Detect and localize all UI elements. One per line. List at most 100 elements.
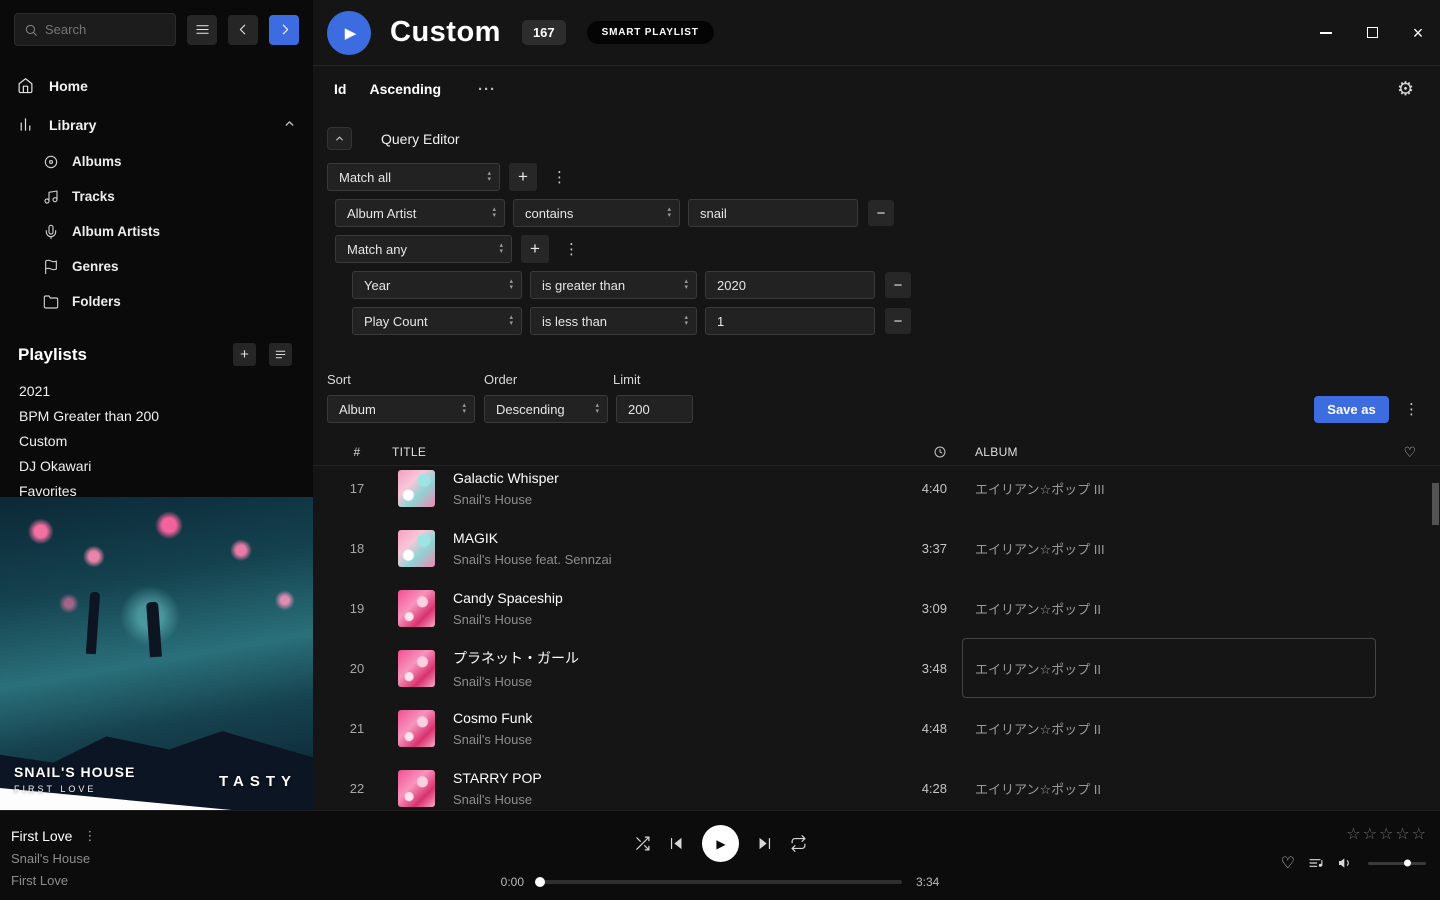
save-as-button[interactable]: Save as: [1314, 396, 1389, 423]
menu-button[interactable]: [187, 15, 217, 45]
star-icon[interactable]: ☆: [1346, 824, 1360, 844]
number-column-header[interactable]: #: [327, 445, 387, 459]
collapse-query-editor-button[interactable]: [327, 127, 352, 150]
sidebar-item-genres[interactable]: Genres: [0, 249, 313, 284]
duration-column-header[interactable]: [895, 445, 975, 459]
save-options-button[interactable]: ⋮: [1397, 400, 1426, 418]
add-rule-button[interactable]: +: [521, 235, 549, 263]
playlist-item[interactable]: Custom: [0, 428, 313, 453]
seek-bar[interactable]: [538, 880, 902, 884]
rule-value-input[interactable]: [705, 271, 875, 299]
star-icon[interactable]: ☆: [1379, 824, 1393, 844]
track-options-button[interactable]: ⋮: [83, 828, 96, 844]
nav-back-button[interactable]: [228, 15, 258, 45]
sidebar-item-library[interactable]: Library: [0, 105, 313, 144]
minus-icon: −: [894, 277, 903, 294]
maximize-button[interactable]: [1363, 24, 1381, 42]
select-arrows-icon: ▴▾: [684, 279, 688, 291]
playlist-item[interactable]: 2021: [0, 378, 313, 403]
match-mode-select[interactable]: Match any ▴▾: [335, 235, 512, 263]
album-column-header[interactable]: ALBUM: [975, 445, 1390, 459]
remove-rule-button[interactable]: −: [885, 272, 911, 298]
rule-operator-select[interactable]: contains ▴▾: [513, 199, 680, 227]
minimize-button[interactable]: [1317, 24, 1335, 42]
now-playing-artwork[interactable]: SNAIL'S HOUSE FIRST LOVE TASTY: [0, 497, 313, 810]
rule-field-select[interactable]: Album Artist ▴▾: [335, 199, 505, 227]
more-options-button[interactable]: ···: [478, 81, 496, 98]
sort-by-select[interactable]: Album ▴▾: [327, 395, 475, 423]
volume-slider[interactable]: [1368, 862, 1426, 865]
rule-operator-select[interactable]: is less than ▴▾: [530, 307, 697, 335]
limit-input[interactable]: [616, 395, 693, 423]
table-row[interactable]: 22 STARRY POP Snail's House 4:28 エイリアン☆ポ…: [327, 758, 1430, 810]
limit-label: Limit: [613, 372, 640, 387]
table-row[interactable]: 21 Cosmo Funk Snail's House 4:48 エイリアン☆ポ…: [327, 698, 1430, 758]
remove-rule-button[interactable]: −: [885, 308, 911, 334]
play-playlist-button[interactable]: ▶: [327, 11, 371, 55]
sidebar-item-tracks[interactable]: Tracks: [0, 179, 313, 214]
order-select[interactable]: Descending ▴▾: [484, 395, 608, 423]
settings-button[interactable]: ⚙: [1397, 78, 1414, 101]
close-button[interactable]: ×: [1409, 24, 1427, 42]
rule-operator-select[interactable]: is greater than ▴▾: [530, 271, 697, 299]
track-artist: Snail's House feat. Sennzai: [453, 552, 612, 567]
star-icon[interactable]: ☆: [1412, 824, 1426, 844]
shuffle-button[interactable]: [634, 835, 651, 852]
table-row[interactable]: 19 Candy Spaceship Snail's House 3:09 エイ…: [327, 578, 1430, 638]
search-box[interactable]: [14, 13, 176, 46]
sidebar-item-label: Album Artists: [72, 224, 160, 239]
sidebar-item-albums[interactable]: Albums: [0, 144, 313, 179]
track-number: 20: [327, 661, 387, 676]
table-row[interactable]: 18 MAGIK Snail's House feat. Sennzai 3:3…: [327, 518, 1430, 578]
sort-field-control[interactable]: Id: [334, 81, 346, 97]
play-pause-button[interactable]: ▶: [702, 825, 739, 862]
playlist-item[interactable]: DJ Okawari: [0, 453, 313, 478]
gear-icon: ⚙: [1397, 79, 1414, 100]
album-art-thumbnail: [398, 710, 435, 747]
sidebar-item-home[interactable]: Home: [0, 66, 313, 105]
scrollbar-thumb[interactable]: [1432, 483, 1439, 525]
favorite-button[interactable]: ♡: [1281, 853, 1295, 873]
table-row[interactable]: 17 Galactic Whisper Snail's House 4:40 エ…: [327, 466, 1430, 518]
query-rule-row: Album Artist ▴▾ contains ▴▾ −: [335, 199, 1440, 227]
select-arrows-icon: ▴▾: [509, 279, 513, 291]
library-collapse-button[interactable]: [283, 117, 296, 133]
star-icon[interactable]: ☆: [1395, 824, 1409, 844]
sidebar-item-folders[interactable]: Folders: [0, 284, 313, 319]
add-rule-button[interactable]: +: [509, 163, 537, 191]
previous-track-button[interactable]: [668, 835, 685, 852]
rule-value-input[interactable]: [688, 199, 858, 227]
search-input[interactable]: [45, 22, 166, 37]
match-mode-select[interactable]: Match all ▴▾: [327, 163, 500, 191]
rule-field-select[interactable]: Play Count ▴▾: [352, 307, 522, 335]
volume-icon: [1337, 855, 1353, 871]
playlist-item[interactable]: BPM Greater than 200: [0, 403, 313, 428]
queue-button[interactable]: [1308, 855, 1324, 871]
group-options-button[interactable]: ⋮: [545, 168, 574, 186]
volume-button[interactable]: [1337, 855, 1353, 871]
title-column-header[interactable]: TITLE: [387, 445, 895, 459]
playlists-title: Playlists: [18, 345, 220, 365]
track-album-selected[interactable]: エイリアン☆ポップ II: [962, 638, 1376, 698]
playlist-view-button[interactable]: [269, 343, 292, 366]
next-track-button[interactable]: [756, 835, 773, 852]
star-icon[interactable]: ☆: [1363, 824, 1377, 844]
select-value: Year: [364, 278, 501, 293]
sidebar-item-album-artists[interactable]: Album Artists: [0, 214, 313, 249]
select-arrows-icon: ▴▾: [509, 315, 513, 327]
remove-rule-button[interactable]: −: [868, 200, 894, 226]
seek-handle[interactable]: [535, 877, 545, 887]
select-arrows-icon: ▴▾: [595, 403, 599, 415]
favorite-column-header[interactable]: ♡: [1390, 444, 1430, 461]
repeat-button[interactable]: [790, 835, 807, 852]
artwork-figure: [86, 592, 100, 655]
rule-value-input[interactable]: [705, 307, 875, 335]
table-row[interactable]: 20 プラネット・ガール Snail's House 3:48 エイリアン☆ポッ…: [327, 638, 1430, 698]
clock-icon: [933, 445, 947, 459]
group-options-button[interactable]: ⋮: [557, 240, 586, 258]
sort-direction-control[interactable]: Ascending: [369, 81, 441, 97]
rule-field-select[interactable]: Year ▴▾: [352, 271, 522, 299]
add-playlist-button[interactable]: +: [233, 343, 256, 366]
nav-forward-button[interactable]: [269, 15, 299, 45]
volume-handle[interactable]: [1404, 860, 1411, 867]
